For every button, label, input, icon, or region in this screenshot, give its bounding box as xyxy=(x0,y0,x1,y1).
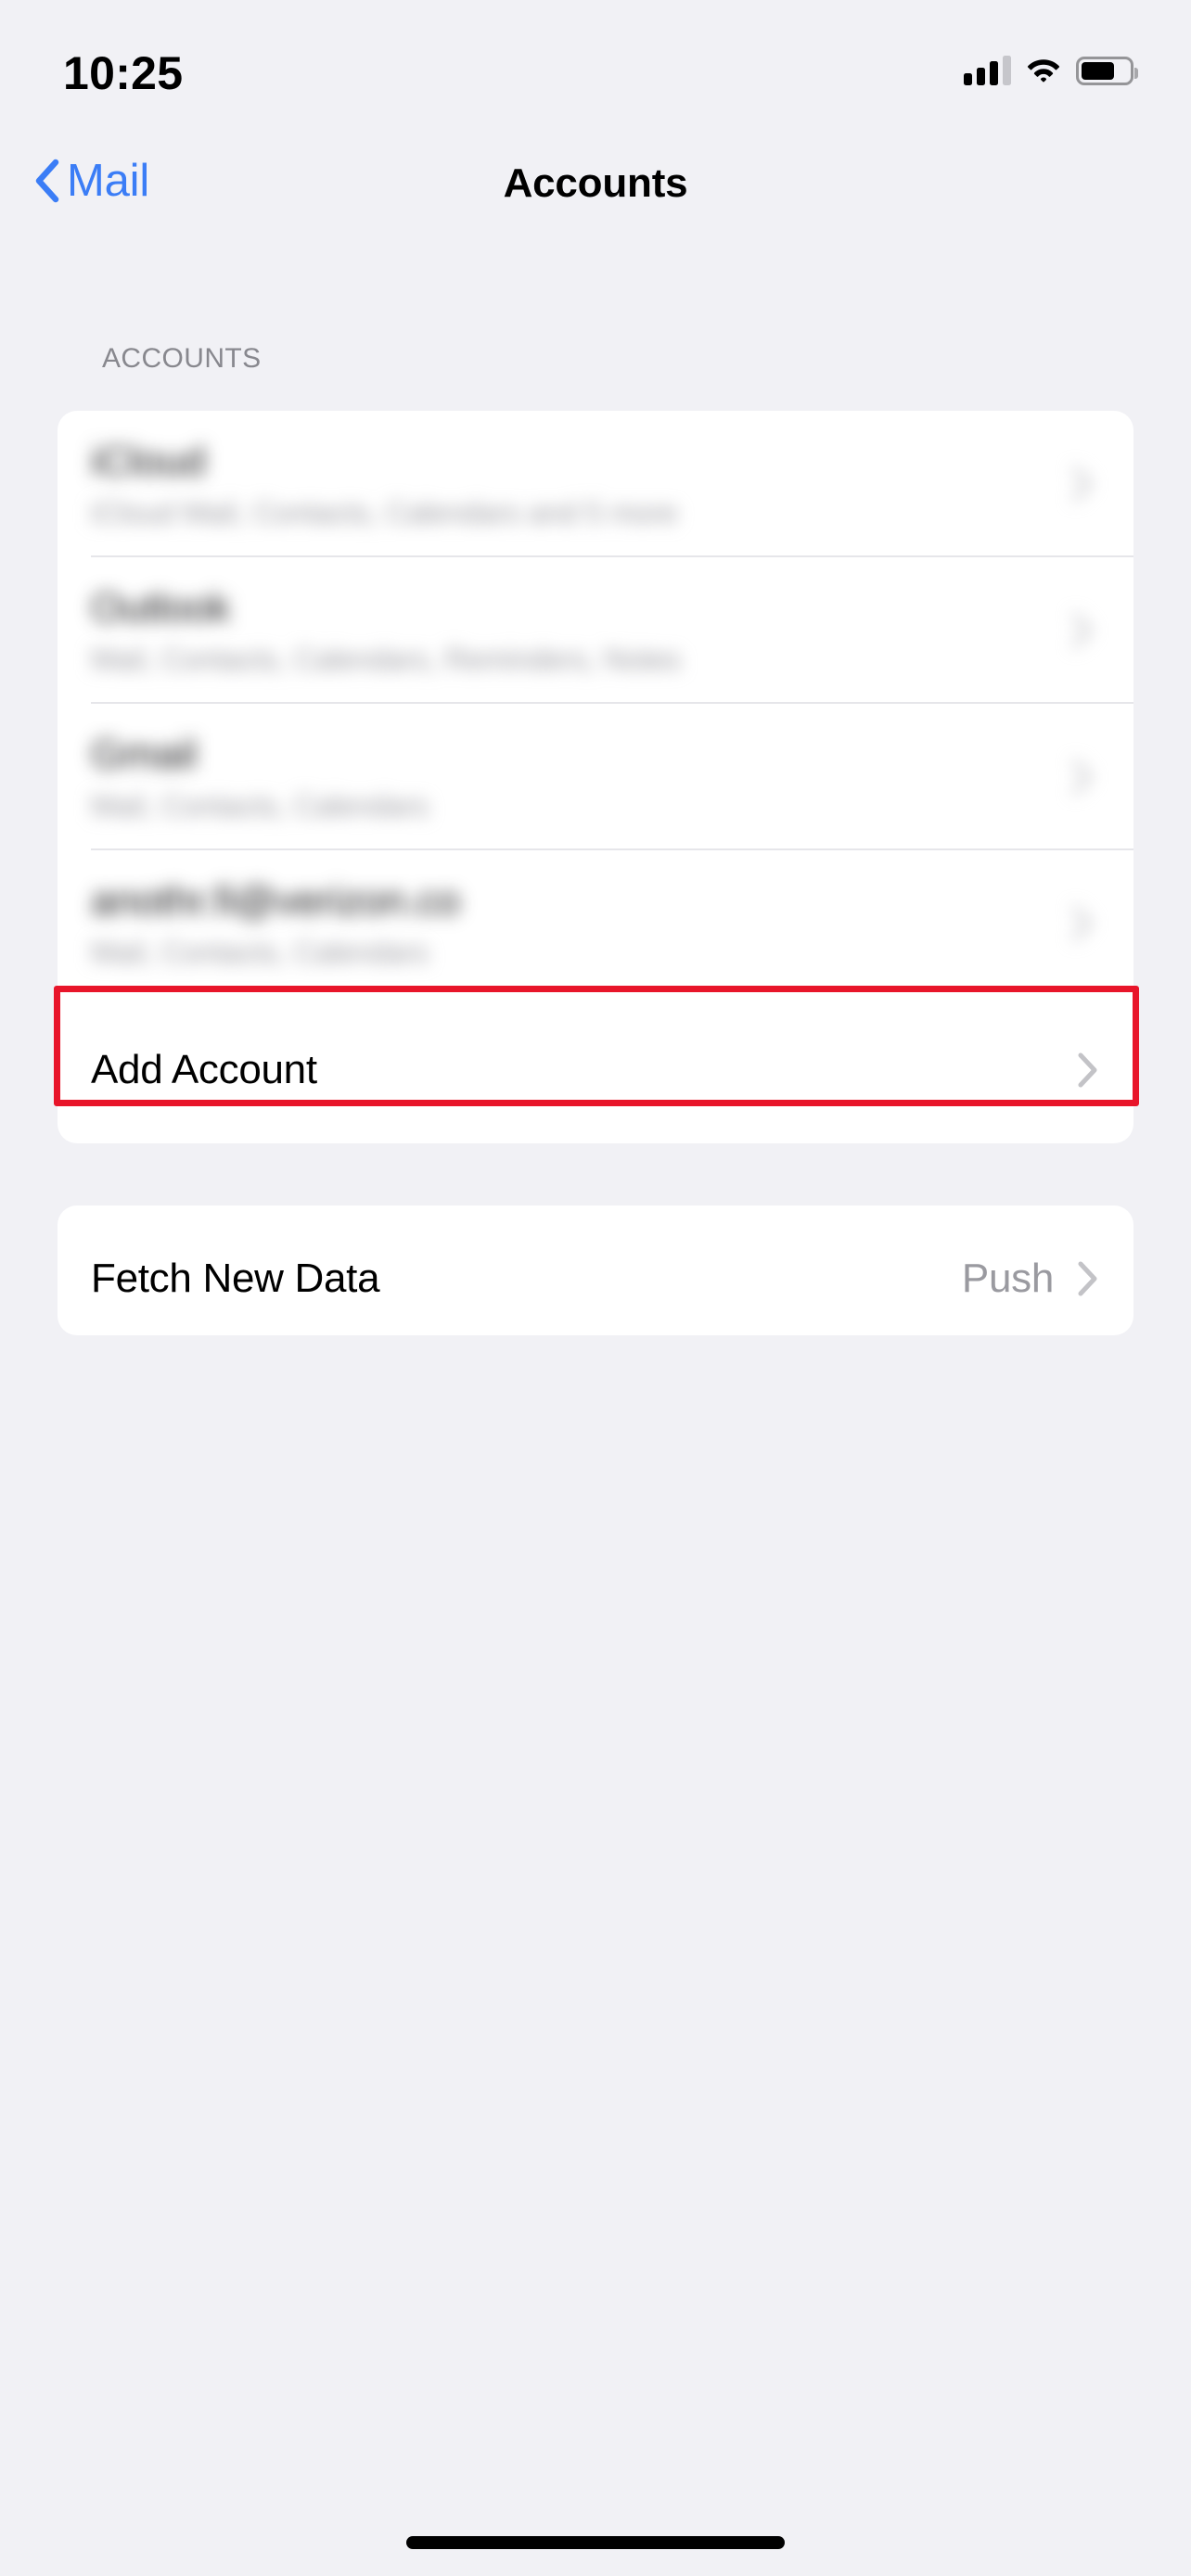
list-item-account[interactable]: Outlook Mail, Contacts, Calendars, Remin… xyxy=(58,557,1133,704)
fetch-new-data-row[interactable]: Fetch New Data Push xyxy=(58,1205,1133,1335)
account-subtitle: Mail, Contacts, Calendars, Reminders, No… xyxy=(91,642,681,676)
battery-icon xyxy=(1076,56,1138,85)
status-bar-indicators xyxy=(964,52,1138,89)
add-account-button[interactable]: Add Account xyxy=(58,997,1133,1143)
chevron-right-icon xyxy=(1072,759,1092,795)
section-header-accounts: ACCOUNTS xyxy=(102,343,262,374)
chevron-right-icon xyxy=(1078,1052,1097,1088)
page-title: Accounts xyxy=(503,160,688,206)
cellular-signal-icon xyxy=(964,56,1011,85)
fetch-new-data-label: Fetch New Data xyxy=(91,1256,380,1301)
accounts-list-card: iCloud iCloud Mail, Contacts, Calendars … xyxy=(58,411,1133,1143)
chevron-right-icon xyxy=(1072,613,1092,648)
chevron-right-icon xyxy=(1072,466,1092,502)
account-subtitle: Mail, Contacts, Calendars xyxy=(91,788,429,823)
status-bar-time: 10:25 xyxy=(63,47,184,99)
fetch-new-data-value: Push xyxy=(961,1256,1054,1301)
fetch-new-data-card: Fetch New Data Push xyxy=(58,1205,1133,1335)
chevron-right-icon xyxy=(1072,906,1092,941)
list-item-account[interactable]: iCloud iCloud Mail, Contacts, Calendars … xyxy=(58,411,1133,557)
navigation-bar: Mail Accounts xyxy=(0,134,1191,232)
iphone-settings-accounts-screen: 10:25 Mail Accounts ACCOUNTS iCloud iClo… xyxy=(0,0,1191,2576)
account-title: Outlook xyxy=(91,584,231,631)
account-subtitle: iCloud Mail, Contacts, Calendars and 5 m… xyxy=(91,495,678,529)
account-title: Gmail xyxy=(91,731,197,777)
chevron-right-icon xyxy=(1078,1261,1097,1296)
account-title: iCloud xyxy=(91,438,206,484)
add-account-label: Add Account xyxy=(91,1047,317,1092)
list-item-account[interactable]: anothr.fi@verizon.co Mail, Contacts, Cal… xyxy=(58,850,1133,997)
wifi-icon xyxy=(1027,59,1060,83)
home-indicator[interactable] xyxy=(406,2536,785,2549)
status-bar: 10:25 xyxy=(0,0,1191,134)
account-subtitle: Mail, Contacts, Calendars xyxy=(91,935,429,969)
list-item-account[interactable]: Gmail Mail, Contacts, Calendars xyxy=(58,704,1133,850)
account-title: anothr.fi@verizon.co xyxy=(91,877,460,924)
